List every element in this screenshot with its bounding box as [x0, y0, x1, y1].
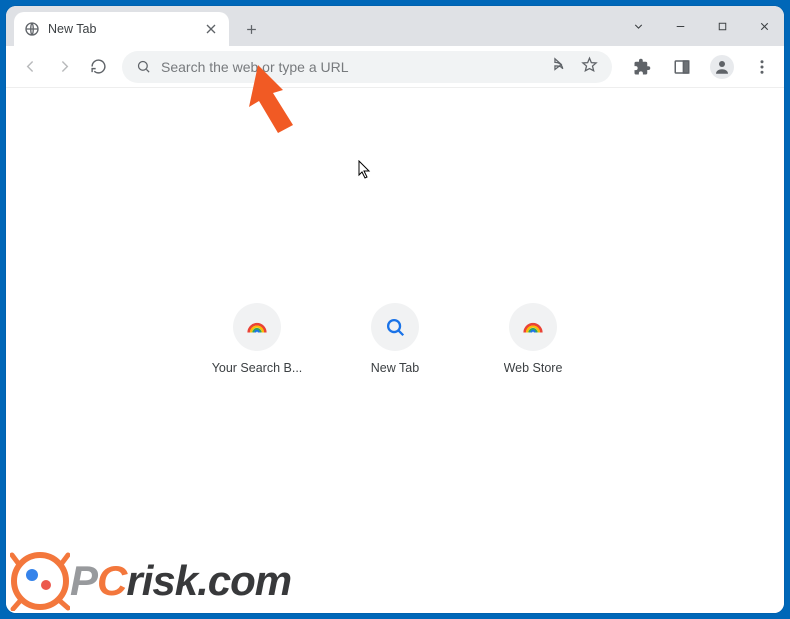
rainbow-icon: [246, 316, 268, 338]
tab-strip: New Tab: [6, 6, 784, 46]
toolbar-right: [628, 53, 776, 81]
new-tab-button[interactable]: [237, 15, 265, 43]
address-bar[interactable]: [122, 51, 612, 83]
shortcut-label: Your Search B...: [212, 361, 303, 375]
close-tab-icon[interactable]: [203, 21, 219, 37]
shortcut-label: Web Store: [504, 361, 563, 375]
address-input[interactable]: [161, 59, 534, 75]
shortcut-web-store[interactable]: Web Store: [479, 303, 587, 375]
forward-button[interactable]: [48, 51, 80, 83]
shortcut-your-search-bar[interactable]: Your Search B...: [203, 303, 311, 375]
reload-button[interactable]: [82, 51, 114, 83]
omnibox-actions: [550, 56, 598, 78]
page-content: Your Search B... New Tab Web Store: [6, 88, 784, 613]
side-panel-icon[interactable]: [668, 53, 696, 81]
minimize-button[interactable]: [668, 14, 692, 38]
shortcut-new-tab[interactable]: New Tab: [341, 303, 449, 375]
avatar-icon: [710, 55, 734, 79]
shortcuts-row: Your Search B... New Tab Web Store: [203, 303, 587, 375]
search-icon: [136, 59, 151, 74]
shortcut-icon: [371, 303, 419, 351]
profile-button[interactable]: [708, 53, 736, 81]
share-icon[interactable]: [550, 56, 567, 78]
shortcut-icon: [233, 303, 281, 351]
close-window-button[interactable]: [752, 14, 776, 38]
browser-window: New Tab: [6, 6, 784, 613]
rainbow-icon: [522, 316, 544, 338]
globe-icon: [24, 21, 40, 37]
toolbar: [6, 46, 784, 88]
back-button[interactable]: [14, 51, 46, 83]
bookmark-icon[interactable]: [581, 56, 598, 78]
tab-search-button[interactable]: [626, 14, 650, 38]
shortcut-label: New Tab: [371, 361, 419, 375]
maximize-button[interactable]: [710, 14, 734, 38]
active-tab[interactable]: New Tab: [14, 12, 229, 46]
extensions-icon[interactable]: [628, 53, 656, 81]
tab-title: New Tab: [48, 22, 195, 36]
menu-icon[interactable]: [748, 53, 776, 81]
shortcut-icon: [509, 303, 557, 351]
magnifier-icon: [384, 316, 406, 338]
window-controls: [626, 6, 776, 46]
